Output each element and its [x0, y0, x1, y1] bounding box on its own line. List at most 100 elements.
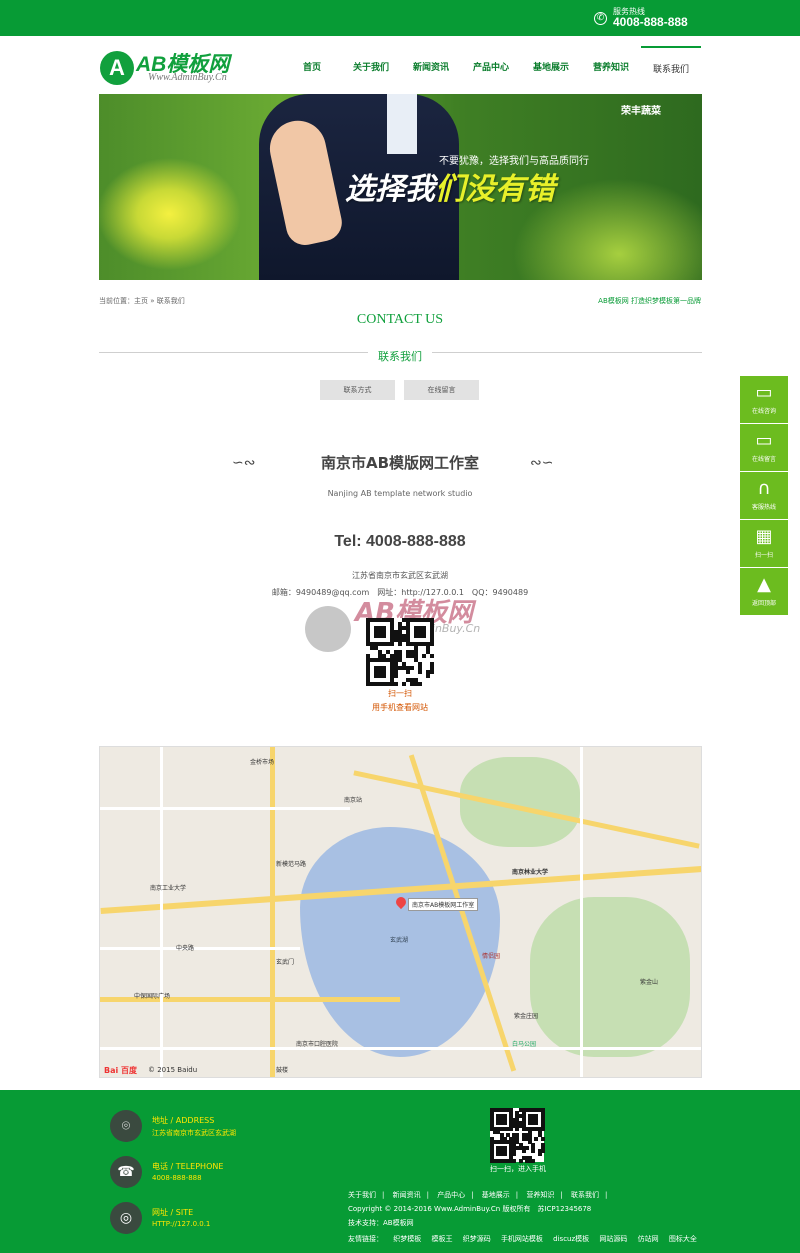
- map-pin-label[interactable]: 南京市AB模板网工作室: [408, 898, 479, 911]
- logo[interactable]: A AB模板网 Www.AdminBuy.Cn: [100, 48, 260, 88]
- friend-link[interactable]: 织梦模板: [393, 1235, 421, 1243]
- footer: ⌾ 地址 / ADDRESS 江苏省南京市玄武区玄武湖 ☎ 电话 / TELEP…: [0, 1090, 800, 1253]
- friend-link[interactable]: 手机网站模板: [501, 1235, 543, 1243]
- banner: 荣丰蔬菜 不要犹豫，选择我们与高品质同行 选择我们没有错: [99, 94, 702, 280]
- qrcode-icon: [366, 618, 434, 686]
- logo-site: Www.AdminBuy.Cn: [148, 72, 227, 83]
- footer-site-title: 网址 / SITE: [152, 1208, 194, 1217]
- friend-link[interactable]: 仿站网: [638, 1235, 659, 1243]
- footer-address-value: 江苏省南京市玄武区玄武湖: [152, 1129, 236, 1137]
- footer-phone-value: 4008-888-888: [152, 1174, 202, 1182]
- friend-links-label: 友情链接：: [348, 1235, 383, 1243]
- map-label: 南京市口腔医院: [296, 1041, 339, 1048]
- map-label: 玄武湖: [390, 937, 409, 944]
- telephone-icon: ☎: [110, 1156, 142, 1188]
- studio-address: 江苏省南京市玄武区玄武湖: [352, 571, 448, 580]
- banner-slogan-a: 选择我: [345, 172, 435, 207]
- map-label: 中央路: [176, 945, 195, 952]
- banner-slogan-b: 们没有错: [435, 172, 555, 207]
- breadcrumb[interactable]: 当前位置：主页 » 联系我们: [99, 296, 185, 306]
- sidebar-label: 客服热线: [751, 504, 776, 511]
- banner-shirt: [387, 94, 417, 154]
- tab-message[interactable]: 在线留言: [404, 380, 479, 400]
- studio-title: 南京市AB模版网工作室: [320, 454, 480, 472]
- tab-contact-info[interactable]: 联系方式: [320, 380, 395, 400]
- studio-tel: Tel: 4008-888-888: [334, 533, 466, 550]
- nav-base[interactable]: 基地展示: [521, 46, 581, 94]
- footer-link[interactable]: 基地展示: [482, 1191, 510, 1199]
- sidebar-label: 返回顶部: [751, 600, 776, 607]
- map-label: 南京站: [344, 797, 363, 804]
- friend-link[interactable]: discuz模板: [553, 1235, 589, 1243]
- footer-link[interactable]: 关于我们: [348, 1191, 376, 1199]
- location-icon: ⌾: [110, 1110, 142, 1142]
- chat-icon: ▭: [755, 382, 773, 403]
- studio-title-en: Nanjing AB template network studio: [327, 489, 473, 498]
- nav-about[interactable]: 关于我们: [341, 46, 401, 94]
- map-label: 南京工业大学: [150, 885, 187, 892]
- ornament-right-icon: ∾∽: [530, 455, 554, 471]
- nav-home[interactable]: 首页: [282, 46, 342, 94]
- map-label: 情侣园: [482, 953, 501, 960]
- map-label: 中保国际广场: [134, 993, 171, 1000]
- friend-link[interactable]: 模板王: [431, 1235, 452, 1243]
- footer-link[interactable]: 新闻资讯: [393, 1191, 421, 1199]
- nav-contact[interactable]: 联系我们: [641, 46, 701, 94]
- sidebar-label: 在线咨询: [751, 408, 776, 415]
- map-park: [460, 757, 580, 847]
- map-label: 南京林业大学: [512, 869, 549, 876]
- footer-tech-support: 技术支持：AB模板网: [348, 1219, 414, 1227]
- map-label: 紫金山: [640, 979, 659, 986]
- logo-mark: A: [100, 51, 134, 85]
- watermark-logo-icon: [305, 606, 351, 652]
- sidebar-label: 扫一扫: [754, 552, 773, 559]
- phone-icon: ✆: [594, 12, 607, 25]
- map-label: 新模范马路: [276, 861, 307, 868]
- section-title-cn: 联系我们: [368, 350, 432, 363]
- banner-brand: 荣丰蔬菜: [621, 106, 661, 117]
- map-street: [100, 947, 300, 950]
- map-label: 玄武门: [276, 959, 295, 966]
- hotline-number: 4008-888-888: [613, 15, 688, 29]
- footer-link[interactable]: 产品中心: [437, 1191, 465, 1199]
- map-street: [100, 1047, 701, 1050]
- qrcode-icon: [490, 1108, 545, 1163]
- map-park: [530, 897, 690, 1057]
- footer-link[interactable]: 联系我们: [571, 1191, 599, 1199]
- globe-icon: ◎: [110, 1202, 142, 1234]
- brand-tagline: AB模板网 打造织梦模板第一品牌: [598, 297, 701, 305]
- section-title-en: CONTACT US: [356, 312, 444, 327]
- nav-news[interactable]: 新闻资讯: [401, 46, 461, 94]
- footer-copyright: Copyright © 2014-2016 Www.AdminBuy.Cn 版权…: [348, 1205, 592, 1213]
- top-bar: ✆ 服务热线 4008-888-888: [0, 0, 800, 36]
- map-road: [270, 747, 275, 1077]
- map-street: [100, 807, 350, 810]
- chat-icon: ▭: [755, 430, 773, 451]
- footer-site-value[interactable]: HTTP://127.0.0.1: [152, 1220, 210, 1228]
- header: A AB模板网 Www.AdminBuy.Cn 首页 关于我们 新闻资讯 产品中…: [0, 36, 800, 94]
- friend-link[interactable]: 图标大全: [669, 1235, 697, 1243]
- footer-links: 关于我们 | 新闻资讯 | 产品中心 | 基地展示 | 营养知识 | 联系我们 |: [348, 1191, 608, 1199]
- nav-products[interactable]: 产品中心: [461, 46, 521, 94]
- map-label: 鼓楼: [276, 1067, 289, 1074]
- map-label: 金桥市场: [250, 759, 275, 766]
- map-street: [580, 747, 583, 1077]
- footer-phone-title: 电话 / TELEPHONE: [152, 1162, 224, 1171]
- footer-address-title: 地址 / ADDRESS: [152, 1116, 215, 1125]
- qr-caption-1: 扫一扫: [388, 689, 412, 698]
- baidu-logo: Bai 百度: [104, 1066, 138, 1075]
- map-label: 紫金庄园: [514, 1013, 539, 1020]
- footer-link[interactable]: 营养知识: [526, 1191, 554, 1199]
- banner-slogan: 选择我们没有错: [345, 164, 555, 208]
- nav-nutrition[interactable]: 营养知识: [581, 46, 641, 94]
- friend-links: 友情链接： 织梦模板 模板王 织梦源码 手机网站模板 discuz模板 网站源码…: [348, 1234, 705, 1244]
- qr-caption-2: 用手机查看网站: [372, 703, 428, 712]
- map-label: 白马公园: [512, 1041, 537, 1048]
- friend-link[interactable]: 织梦源码: [463, 1235, 491, 1243]
- footer-scan-text: 扫一扫，进入手机: [490, 1165, 546, 1173]
- map-copyright: © 2015 Baidu: [148, 1066, 198, 1074]
- friend-link[interactable]: 网站源码: [599, 1235, 627, 1243]
- map[interactable]: 金桥市场 南京站 新模范马路 南京林业大学 玄武湖 情侣园 玄武门 鼓楼 南京工…: [99, 746, 702, 1078]
- section-title-cn-wrap: 联系我们: [0, 345, 800, 364]
- sidebar-online-consult[interactable]: ▭ 在线咨询: [740, 376, 788, 424]
